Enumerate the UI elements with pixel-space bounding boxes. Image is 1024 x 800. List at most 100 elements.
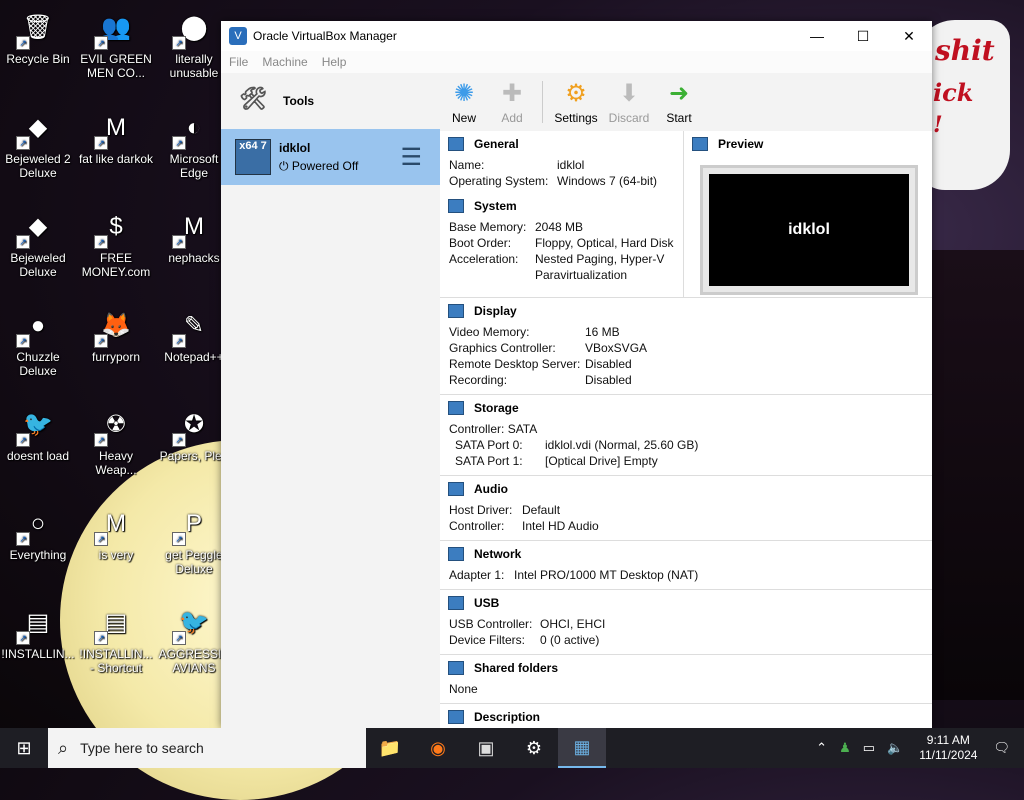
file-explorer-button[interactable]: 📁 [366,728,414,768]
desktop-icon-label: Everything [9,548,67,562]
desktop-icon-firefox[interactable]: 🦊 ↗ furryporn [78,306,154,365]
desktop-icon-thunderbird[interactable]: 🐦 ↗ doesnt load [0,405,76,464]
desktop-icon-everything-search[interactable]: ○ ↗ Everything [0,504,76,563]
tools-item[interactable]: 🛠 Tools [221,73,440,129]
shared-folders-section-header[interactable]: Shared folders [440,655,932,681]
desktop-icon-text-file[interactable]: ▤ ↗ !INSTALLIN... [0,603,76,662]
text-file-shortcut-icon: ▤ ↗ [94,603,136,645]
minimize-button[interactable]: — [794,21,840,51]
add-vm-icon: ✚ [501,79,523,107]
shared-folders-value: None [449,682,478,696]
new-button[interactable]: ✺ New [440,73,488,131]
display-title: Display [474,304,517,318]
desktop-icon-mpi-shield[interactable]: M ↗ is very [78,504,154,562]
desktop-icon-bejeweled-2[interactable]: ◆ ↗ Bejeweled 2 Deluxe [0,108,76,181]
window-app-button[interactable]: ▣ [462,728,510,768]
desktop-icon-chuzzle[interactable]: ● ↗ Chuzzle Deluxe [0,306,76,378]
detail-row: SATA Port 0: idklol.vdi (Normal, 25.60 GB… [440,437,932,453]
everything-search-icon: ○ ↗ [16,504,58,546]
add-label: Add [501,111,523,125]
display-section-header[interactable]: Display [440,298,932,324]
desktop-icon-mpi[interactable]: M ↗ fat like darkok [78,108,154,167]
detail-row: Acceleration: Nested Paging, Hyper-V [440,251,683,267]
menu-help[interactable]: Help [322,55,347,69]
desktop-icon-text-file-shortcut[interactable]: ▤ ↗ !INSTALLIN... - Shortcut [78,603,154,676]
vm-details-menu-icon[interactable]: ☰ [400,143,422,172]
papers-please-icon: ✪ ↗ [172,405,214,447]
desktop-icon-label: is very [98,548,134,562]
settings-taskbar-icon: ⚙ [525,737,543,758]
nephacks-icon: M ↗ [172,207,214,249]
close-button[interactable]: ✕ [886,21,932,51]
settings-button[interactable]: ⚙ Settings [549,73,603,131]
vm-item-idklol[interactable]: x64 7 idklol ⏻ Powered Off ☰ [221,129,440,185]
display-section-icon [448,304,464,318]
tools-icon: 🛠 [239,86,267,111]
discard-button[interactable]: ⬇ Discard [603,73,655,131]
money-bag-icon: $ ↗ [94,207,136,249]
add-button[interactable]: ✚ Add [488,73,536,131]
people-icon[interactable]: ♟ [839,740,851,756]
file-explorer-icon: 📁 [378,737,402,758]
detail-key: Controller: [449,519,505,533]
volume-icon[interactable]: 🔈 [887,740,903,756]
shortcut-arrow-icon: ↗ [172,235,186,249]
desktop-icon-recycle-bin[interactable]: 🗑 ↗ Recycle Bin [0,8,76,67]
angry-birds-icon: 🐦 ↗ [172,603,214,645]
menu-file[interactable]: File [229,55,248,69]
usb-section-header[interactable]: USB [440,590,932,616]
clock[interactable]: 9:11 AM 11/11/2024 [919,733,977,763]
start-button[interactable]: ⊞ [0,728,48,768]
start-label: Start [666,111,692,125]
detail-key: Recording: [449,373,508,387]
network-section-icon [448,547,464,561]
virtualbox-taskbar-button[interactable]: ▦ [558,728,606,768]
detail-row: Base Memory: 2048 MB [440,219,683,235]
vm-details-pane: General Name: idklol Operating System: Wind… [440,131,932,728]
firefox-taskbar-button[interactable]: ◉ [414,728,462,768]
audio-title: Audio [474,482,508,496]
clock-date: 11/11/2024 [919,748,978,762]
network-icon[interactable]: ▭ [863,740,875,756]
system-section-header[interactable]: System [440,193,683,219]
chevron-up-icon[interactable]: ⌃ [816,740,827,756]
desktop-icon-label: fat like darkok [78,152,154,166]
shortcut-arrow-icon: ↗ [16,631,30,645]
audio-section-header[interactable]: Audio [440,476,932,502]
shortcut-arrow-icon: ↗ [16,235,30,249]
description-section-header[interactable]: Description [440,704,932,728]
desktop-icon-money-bag[interactable]: $ ↗ FREE MONEY.com [78,207,154,280]
bejeweled-2-icon: ◆ ↗ [16,108,58,150]
notifications-icon[interactable]: 🗨 [993,740,1010,756]
settings-taskbar-button[interactable]: ⚙ [510,728,558,768]
desktop-icon-bejeweled[interactable]: ◆ ↗ Bejeweled Deluxe [0,207,76,280]
detail-row: Recording: Disabled [440,372,932,388]
window-titlebar[interactable]: V Oracle VirtualBox Manager — ☐ ✕ [221,21,932,51]
search-placeholder: Type here to search [80,740,204,756]
menu-machine[interactable]: Machine [262,55,307,69]
storage-controller: Controller: SATA [440,421,932,437]
desktop-icon-label: Bejeweled 2 Deluxe [5,152,71,180]
desktop-icon-radiation[interactable]: ☢ ↗ Heavy Weap... [78,405,154,477]
start-button[interactable]: ➜ Start [655,73,703,131]
detail-row: Boot Order: Floppy, Optical, Hard Disk [440,235,683,251]
taskbar-search[interactable]: ⌕ Type here to search [48,728,366,768]
desktop-icon-msn[interactable]: 👥 ↗ EVIL GREEN MEN CO... [78,8,154,81]
maximize-button[interactable]: ☐ [840,21,886,51]
preview-section-header[interactable]: Preview [684,131,932,157]
chrome-icon: ⬤ ↗ [172,8,214,50]
shortcut-arrow-icon: ↗ [94,532,108,546]
detail-row: Remote Desktop Server: Disabled [440,356,932,372]
detail-key: Video Memory: [449,325,530,339]
detail-key: Base Memory: [449,220,527,234]
shortcut-arrow-icon: ↗ [172,136,186,150]
network-section-header[interactable]: Network [440,541,932,567]
taskbar-apps: 📁 ◉ ▣ ⚙ ▦ [366,728,606,768]
description-section-icon [448,710,464,724]
virtualbox-manager-window: V Oracle VirtualBox Manager — ☐ ✕ File M… [221,21,932,728]
detail-key: Name: [449,158,485,172]
shortcut-arrow-icon: ↗ [16,36,30,50]
general-section-header[interactable]: General [440,131,683,157]
toolbar-separator [542,81,543,123]
storage-section-header[interactable]: Storage [440,395,932,421]
